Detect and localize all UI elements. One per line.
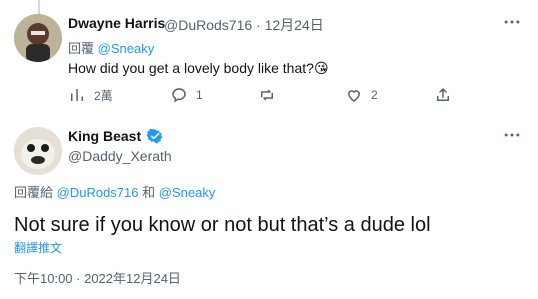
main-handle[interactable]: @Daddy_Xerath bbox=[68, 148, 172, 164]
replying-to-link-2[interactable]: @Sneaky bbox=[159, 185, 216, 200]
views-icon bbox=[71, 89, 83, 101]
thread-line bbox=[38, 0, 40, 14]
kiss-emoji: 😘 bbox=[313, 60, 329, 76]
avatar-king-beast[interactable] bbox=[14, 127, 62, 175]
more-dots-icon bbox=[504, 20, 520, 24]
retweet-action[interactable] bbox=[258, 86, 284, 104]
retweet-icon bbox=[261, 89, 273, 101]
avatar-dwayne[interactable] bbox=[14, 14, 62, 62]
like-action[interactable]: 2 bbox=[345, 86, 378, 104]
share-action[interactable] bbox=[434, 86, 452, 104]
verified-badge-icon bbox=[147, 128, 163, 144]
replies-count: 1 bbox=[196, 88, 203, 102]
reply-more-icon[interactable] bbox=[502, 12, 522, 32]
heart-icon bbox=[347, 90, 361, 102]
main-author-name[interactable]: King Beast bbox=[68, 128, 141, 144]
main-tweet-text: Not sure if you know or not but that’s a… bbox=[14, 214, 431, 236]
translate-link[interactable]: 翻譯推文 bbox=[14, 239, 62, 256]
main-author[interactable]: King Beast bbox=[68, 128, 163, 144]
reply-handle-date[interactable]: @DuRods716 · 12月24日 bbox=[164, 15, 324, 35]
reply-text-line: How did you get a lovely body like that?… bbox=[68, 60, 329, 77]
avatar-image bbox=[14, 127, 62, 175]
reply-author-name[interactable]: Dwayne Harris bbox=[68, 15, 165, 31]
replying-to-link[interactable]: @Sneaky bbox=[98, 41, 155, 56]
likes-count: 2 bbox=[371, 88, 378, 102]
replying-to-link-1[interactable]: @DuRods716 bbox=[57, 185, 139, 200]
replying-label: 回覆 bbox=[68, 41, 95, 56]
reply-actions: 2萬 1 2 bbox=[68, 86, 470, 106]
views-count: 2萬 bbox=[94, 88, 113, 103]
views-action[interactable]: 2萬 bbox=[68, 86, 113, 104]
main-timestamp[interactable]: 下午10:00 · 2022年12月24日 bbox=[14, 268, 181, 287]
reply-action[interactable]: 1 bbox=[170, 86, 203, 104]
reply-icon bbox=[172, 88, 186, 103]
reply-text: How did you get a lovely body like that? bbox=[68, 60, 314, 76]
replying-to-label: 回覆給 bbox=[14, 185, 54, 200]
reply-replying-line: 回覆 @Sneaky bbox=[68, 38, 154, 57]
share-icon bbox=[437, 88, 449, 101]
avatar-image bbox=[14, 14, 62, 62]
main-more-icon[interactable] bbox=[502, 125, 522, 145]
main-replying-line: 回覆給 @DuRods716 和 @Sneaky bbox=[14, 182, 215, 201]
more-dots-icon bbox=[504, 133, 520, 137]
and-label: 和 bbox=[142, 185, 156, 200]
